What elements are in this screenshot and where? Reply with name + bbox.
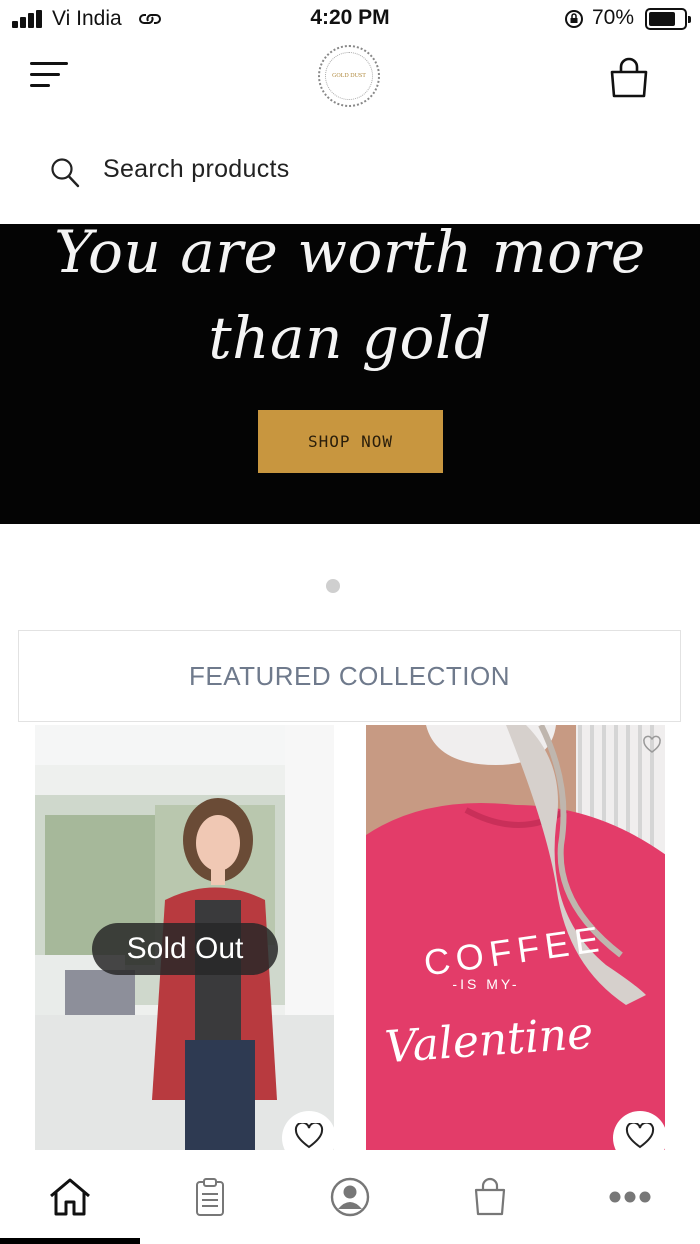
search-bar[interactable]: Search products	[0, 130, 700, 210]
hero-banner[interactable]: You are worth more than gold SHOP NOW	[0, 218, 700, 524]
nav-orders[interactable]	[182, 1172, 238, 1222]
status-bar: Vi India 4:20 PM 70%	[0, 0, 700, 40]
rotation-lock-icon	[565, 10, 583, 28]
product-card[interactable]: COFFEE -IS MY- Valentine	[366, 725, 665, 1150]
featured-collection-header: FEATURED COLLECTION	[18, 630, 681, 722]
bottom-navigation	[0, 1150, 700, 1244]
home-indicator	[0, 1238, 140, 1244]
banner-headline-line1: You are worth more	[54, 218, 646, 286]
orders-icon	[196, 1178, 224, 1216]
battery-percentage: 70%	[592, 6, 635, 29]
heart-icon	[625, 1123, 655, 1149]
svg-text:-IS MY-: -IS MY-	[452, 976, 519, 992]
search-placeholder: Search products	[103, 155, 290, 183]
heart-icon	[294, 1123, 324, 1149]
nav-account[interactable]	[322, 1172, 378, 1222]
more-icon	[609, 1191, 651, 1203]
battery-icon	[645, 8, 691, 30]
product-card[interactable]: Sold Out	[35, 725, 334, 1150]
nav-more[interactable]	[602, 1172, 658, 1222]
logo-text: GOLD DUST	[325, 52, 373, 100]
home-icon	[50, 1178, 90, 1216]
cart-icon	[474, 1177, 506, 1216]
account-icon	[330, 1177, 370, 1217]
banner-headline-line2: than gold	[208, 304, 492, 372]
carousel-dot[interactable]	[326, 579, 340, 593]
featured-collection-title: FEATURED COLLECTION	[188, 660, 511, 691]
nav-home[interactable]	[42, 1172, 98, 1222]
shopping-bag-icon[interactable]	[606, 54, 652, 100]
app-header: GOLD DUST	[0, 40, 700, 120]
menu-button[interactable]	[28, 58, 72, 98]
shop-now-button[interactable]: SHOP NOW	[258, 410, 443, 473]
menu-icon	[30, 62, 68, 65]
wishlist-heart-small-icon[interactable]	[642, 735, 662, 755]
sold-out-badge: Sold Out	[92, 923, 278, 975]
store-logo[interactable]: GOLD DUST	[318, 45, 380, 107]
pink-sweatshirt-photo: COFFEE -IS MY- Valentine	[366, 725, 665, 1150]
nav-cart[interactable]	[462, 1172, 518, 1222]
search-icon	[51, 158, 80, 188]
